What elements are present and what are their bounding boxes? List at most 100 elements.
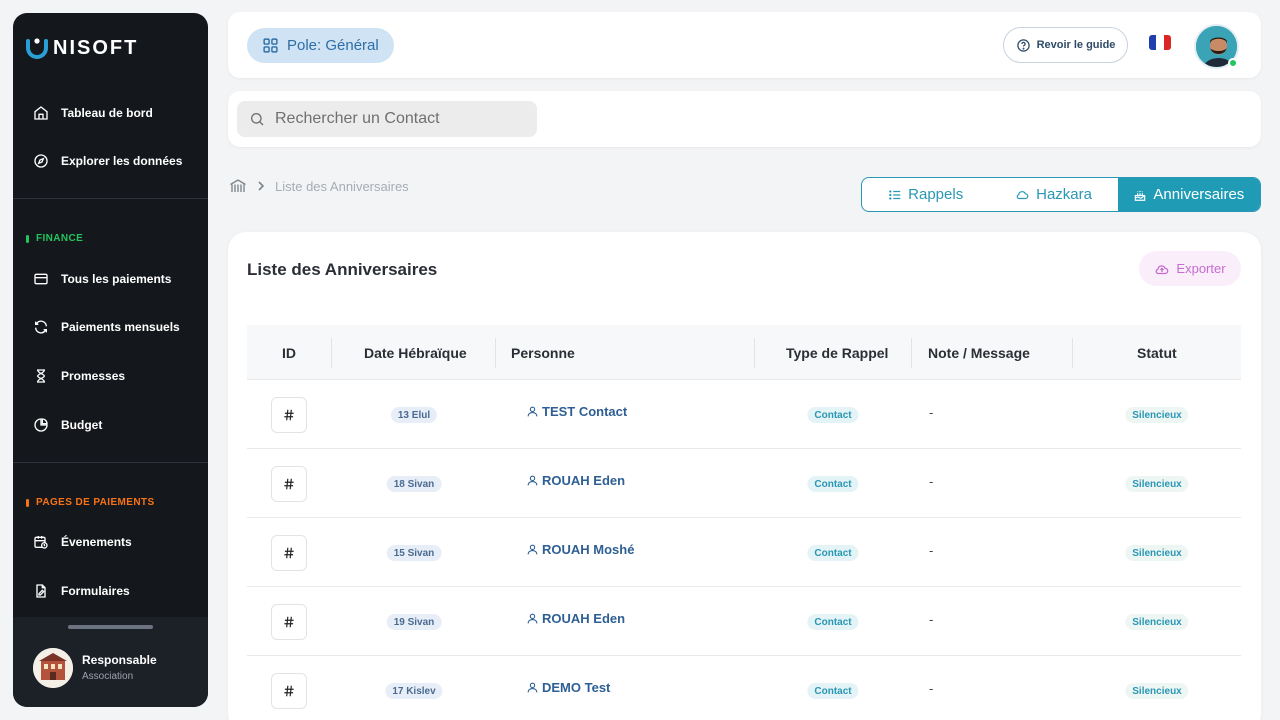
calendar-clock-icon [34,536,48,549]
person-link[interactable]: ROUAH Eden [526,473,625,488]
person-link[interactable]: ROUAH Moshé [526,542,634,557]
column-header-note[interactable]: Note / Message [928,325,1030,380]
person-link[interactable]: DEMO Test [526,680,610,695]
sidebar-item-events[interactable]: Évenements [33,534,132,550]
top-bar: Pole: Général Revoir le guide [228,12,1261,78]
sidebar-item-budget[interactable]: Budget [33,417,102,433]
file-edit-icon [36,584,46,598]
table-row[interactable]: 15 Sivan ROUAH Moshé Contact - Silencieu… [247,518,1241,587]
sidebar-divider [13,198,208,199]
tab-rappels[interactable]: Rappels [862,178,989,211]
user-icon [527,682,538,693]
guide-button[interactable]: Revoir le guide [1003,27,1128,63]
user-role: Responsable [82,653,157,667]
user-icon [527,406,538,417]
tab-anniversaires[interactable]: Anniversaires [1117,178,1260,211]
export-button[interactable]: Exporter [1139,251,1241,286]
search-bar [228,91,1261,147]
sidebar-item-monthly-payments[interactable]: Paiements mensuels [33,319,180,335]
section-label-text: FINANCE [36,233,84,244]
row-id-button[interactable] [271,535,307,571]
sidebar-item-label: Tableau de bord [61,106,153,120]
tab-label: Anniversaires [1153,186,1245,203]
tab-hazkara[interactable]: Hazkara [989,178,1117,211]
table-row[interactable]: 13 Elul TEST Contact Contact - Silencieu… [247,380,1241,449]
sidebar: NISOFT Tableau de bord Explorer les donn… [13,13,208,707]
drag-handle[interactable] [68,625,153,629]
note-text: - [929,543,934,558]
anniversaries-card: Liste des Anniversaires Exporter ID Date… [228,232,1261,720]
breadcrumb: Liste des Anniversaires [229,178,409,194]
online-status-dot [1228,58,1238,68]
export-label: Exporter [1176,261,1226,276]
user-icon [527,613,538,624]
hebrew-date-badge: 19 Sivan [386,614,442,630]
hebrew-date-badge: 17 Kislev [385,683,443,699]
note-text: - [929,612,934,627]
row-id-button[interactable] [271,604,307,640]
brand-name: NISOFT [53,36,139,59]
home-icon [34,106,48,120]
note-text: - [929,474,934,489]
tab-label: Rappels [908,186,964,203]
pie-icon [34,418,48,432]
table-row[interactable]: 17 Kislev DEMO Test Contact - Silencieux [247,656,1241,720]
sidebar-item-dashboard[interactable]: Tableau de bord [33,105,153,121]
status-badge: Silencieux [1125,683,1189,699]
column-header-hebrew-date[interactable]: Date Hébraïque [364,325,467,380]
sidebar-item-label: Évenements [61,535,132,549]
section-marker [26,234,29,243]
column-separator [754,338,755,368]
reminder-type-badge: Contact [807,545,859,561]
cloud-icon [1016,190,1029,199]
brand-logo[interactable]: NISOFT [25,35,138,61]
column-header-person[interactable]: Personne [511,325,575,380]
sidebar-item-label: Paiements mensuels [61,320,180,334]
sidebar-item-all-payments[interactable]: Tous les paiements [33,271,171,287]
pole-selector[interactable]: Pole: Général [247,28,394,63]
person-link[interactable]: TEST Contact [526,404,627,419]
table-row[interactable]: 19 Sivan ROUAH Eden Contact - Silencieux [247,587,1241,656]
column-header-status[interactable]: Statut [1137,325,1177,380]
table-row[interactable]: 18 Sivan ROUAH Eden Contact - Silencieux [247,449,1241,518]
row-id-button[interactable] [271,673,307,709]
hebrew-date-badge: 15 Sivan [386,545,442,561]
section-marker [26,498,29,507]
column-header-reminder-type[interactable]: Type de Rappel [786,325,888,380]
sidebar-item-forms[interactable]: Formulaires [33,583,130,599]
reminder-type-badge: Contact [807,476,859,492]
row-id-button[interactable] [271,397,307,433]
hash-icon [284,685,294,697]
france-flag-icon[interactable] [1149,35,1171,50]
help-circle-icon [1016,38,1030,52]
chevron-right-icon [258,181,265,191]
reminder-type-badge: Contact [807,683,859,699]
status-badge: Silencieux [1125,407,1189,423]
sidebar-item-promises[interactable]: Promesses [33,368,125,384]
hash-icon [284,547,294,559]
user-icon [527,544,538,555]
cloud-upload-icon [1156,264,1169,274]
organization-avatar [33,648,73,688]
column-separator [911,338,912,368]
sidebar-divider [13,462,208,463]
note-text: - [929,681,934,696]
person-link[interactable]: ROUAH Eden [526,611,625,626]
list-icon [889,189,901,200]
search-box[interactable] [237,101,537,137]
search-input[interactable] [275,110,515,128]
status-badge: Silencieux [1125,614,1189,630]
status-badge: Silencieux [1125,476,1189,492]
row-id-button[interactable] [271,466,307,502]
column-header-id[interactable]: ID [282,325,296,380]
sidebar-item-label: Promesses [61,369,126,383]
hourglass-icon [36,369,46,383]
person-name: ROUAH Eden [542,473,626,488]
sidebar-user-panel[interactable]: Responsable Association [13,617,208,707]
institution-icon[interactable] [229,178,247,194]
guide-label: Revoir le guide [1036,39,1116,51]
note-text: - [929,405,934,420]
breadcrumb-current: Liste des Anniversaires [275,178,409,194]
sidebar-item-explore[interactable]: Explorer les données [33,153,182,169]
sidebar-item-label: Budget [61,418,103,432]
